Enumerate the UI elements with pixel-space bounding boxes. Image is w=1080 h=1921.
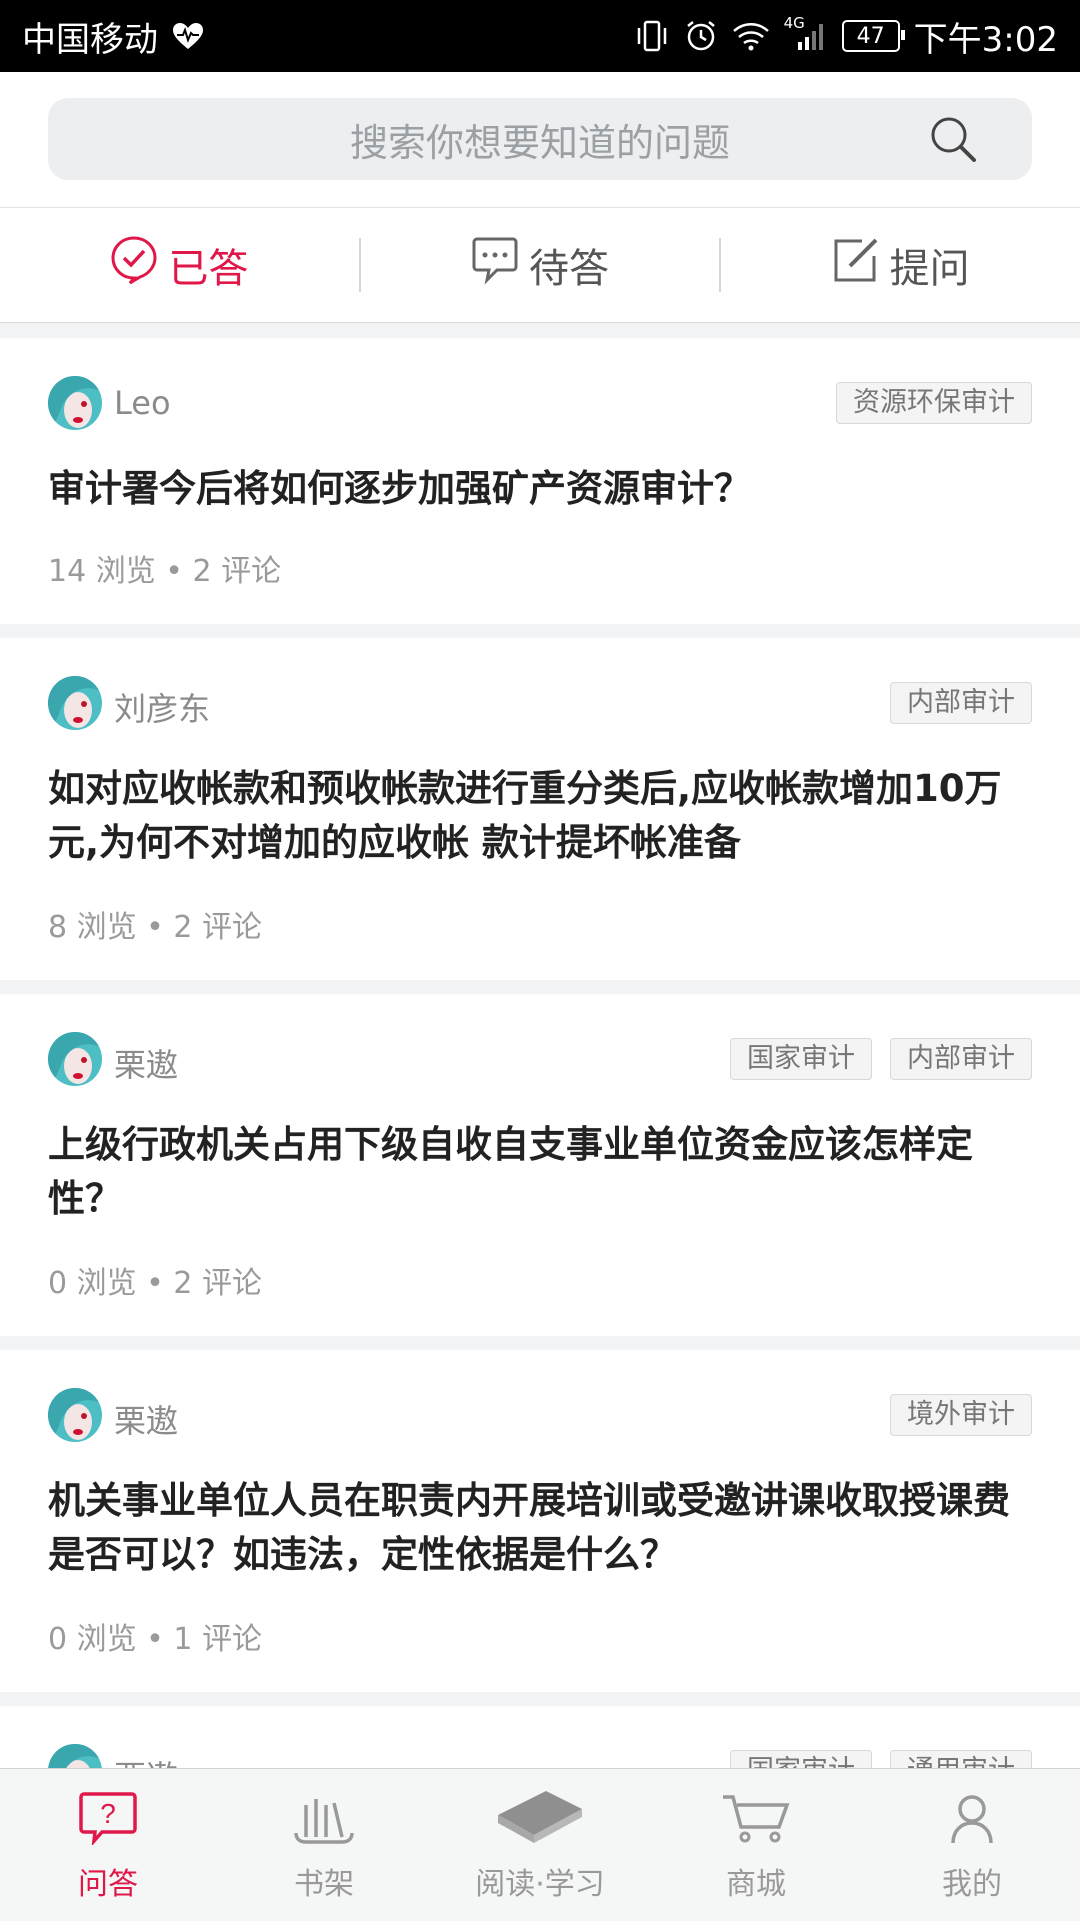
user-icon <box>945 1791 999 1853</box>
svg-text:?: ? <box>100 1798 116 1829</box>
edit-icon <box>832 236 880 294</box>
question-title[interactable]: 如对应收帐款和预收帐款进行重分类后,应收帐款增加10万元,为何不对增加的应收帐 … <box>48 762 1018 870</box>
question-stats: 14 浏览 • 2 评论 <box>48 554 282 589</box>
tab-label: 待答 <box>529 246 609 292</box>
tag[interactable]: 通用审计 <box>890 1750 1032 1768</box>
search-area: 搜索你想要知道的问题 <box>0 72 1080 208</box>
question-card[interactable]: Leo 资源环保审计 审计署今后将如何逐步加强矿产资源审计？ 14 浏览 • 2… <box>0 338 1080 624</box>
question-title[interactable]: 机关事业单位人员在职责内开展培训或受邀讲课收取授课费是否可以？如违法，定性依据是… <box>48 1474 1018 1582</box>
question-card[interactable]: 刘彦东 内部审计 如对应收帐款和预收帐款进行重分类后,应收帐款增加10万元,为何… <box>0 638 1080 980</box>
question-stats: 0 浏览 • 1 评论 <box>48 1622 263 1657</box>
avatar <box>48 1032 102 1086</box>
tab-ask[interactable]: 提问 <box>721 208 1080 322</box>
tag[interactable]: 资源环保审计 <box>836 382 1032 424</box>
question-card[interactable]: 栗遨 国家审计 通用审计 <box>0 1706 1080 1768</box>
battery-level: 47 <box>856 23 885 49</box>
tag[interactable]: 境外审计 <box>890 1394 1032 1436</box>
tag[interactable]: 内部审计 <box>890 1038 1032 1080</box>
question-tabs: 已答 待答 提问 <box>0 208 1080 323</box>
signal-icon: 4G <box>784 14 828 52</box>
nav-label: 问答 <box>78 1867 138 1902</box>
nav-reading[interactable]: 阅读·学习 <box>432 1769 648 1921</box>
question-title[interactable]: 审计署今后将如何逐步加强矿产资源审计？ <box>48 462 1018 516</box>
tag[interactable]: 国家审计 <box>730 1038 872 1080</box>
nav-label: 商城 <box>726 1867 786 1902</box>
nav-label: 我的 <box>942 1867 1002 1902</box>
nav-label: 阅读·学习 <box>475 1867 605 1902</box>
author-name[interactable]: 栗遨 <box>114 1752 178 1768</box>
vibrate-icon <box>634 19 670 53</box>
bottom-navigation: ? 问答 书架 阅读·学习 商城 我的 <box>0 1768 1080 1921</box>
nav-bookshelf[interactable]: 书架 <box>216 1769 432 1921</box>
carrier-name: 中国移动 <box>22 19 158 60</box>
avatar <box>48 676 102 730</box>
tag[interactable]: 国家审计 <box>730 1750 872 1768</box>
tag-list: 境外审计 <box>890 1394 1032 1436</box>
tab-answered[interactable]: 已答 <box>0 208 359 322</box>
chat-bubble-icon <box>471 235 519 295</box>
search-input[interactable]: 搜索你想要知道的问题 <box>48 98 1032 180</box>
author-name[interactable]: Leo <box>114 384 171 422</box>
author-name[interactable]: 栗遨 <box>114 1040 178 1086</box>
question-bubble-icon: ? <box>78 1791 138 1853</box>
tag-list: 国家审计 通用审计 <box>730 1750 1032 1768</box>
clock: 下午3:02 <box>913 19 1058 60</box>
nav-label: 书架 <box>294 1867 354 1902</box>
wifi-icon <box>732 20 770 52</box>
question-title[interactable]: 上级行政机关占用下级自收自支事业单位资金应该怎样定性？ <box>48 1118 1018 1226</box>
heart-pulse-icon <box>172 22 204 50</box>
question-card[interactable]: 栗遨 境外审计 机关事业单位人员在职责内开展培训或受邀讲课收取授课费是否可以？如… <box>0 1350 1080 1692</box>
nav-mine[interactable]: 我的 <box>864 1769 1080 1921</box>
question-stats: 0 浏览 • 2 评论 <box>48 1266 263 1301</box>
avatar <box>48 1388 102 1442</box>
search-icon[interactable] <box>928 114 980 170</box>
tab-label: 已答 <box>168 246 249 292</box>
tag[interactable]: 内部审计 <box>890 682 1032 724</box>
status-bar: 中国移动 4G 47 下午3:02 <box>0 0 1080 72</box>
book-icon <box>494 1787 586 1853</box>
bookshelf-icon <box>292 1791 356 1853</box>
network-type: 4G <box>783 14 805 32</box>
cart-icon <box>721 1791 791 1853</box>
question-stats: 8 浏览 • 2 评论 <box>48 910 263 945</box>
tab-label: 提问 <box>889 246 970 292</box>
battery-icon: 47 <box>841 20 905 52</box>
author-name[interactable]: 栗遨 <box>114 1396 178 1442</box>
question-list: Leo 资源环保审计 审计署今后将如何逐步加强矿产资源审计？ 14 浏览 • 2… <box>0 324 1080 1768</box>
search-placeholder: 搜索你想要知道的问题 <box>349 120 730 165</box>
question-card[interactable]: 栗遨 国家审计 内部审计 上级行政机关占用下级自收自支事业单位资金应该怎样定性？… <box>0 994 1080 1336</box>
check-circle-icon <box>110 235 158 295</box>
tag-list: 内部审计 <box>890 682 1032 724</box>
avatar <box>48 376 102 430</box>
avatar <box>48 1744 102 1768</box>
author-name[interactable]: 刘彦东 <box>114 684 210 730</box>
tag-list: 资源环保审计 <box>836 382 1032 424</box>
nav-mall[interactable]: 商城 <box>648 1769 864 1921</box>
nav-qa[interactable]: ? 问答 <box>0 1769 216 1921</box>
tag-list: 国家审计 内部审计 <box>730 1038 1032 1080</box>
tab-pending[interactable]: 待答 <box>361 208 720 322</box>
alarm-icon <box>684 19 718 53</box>
